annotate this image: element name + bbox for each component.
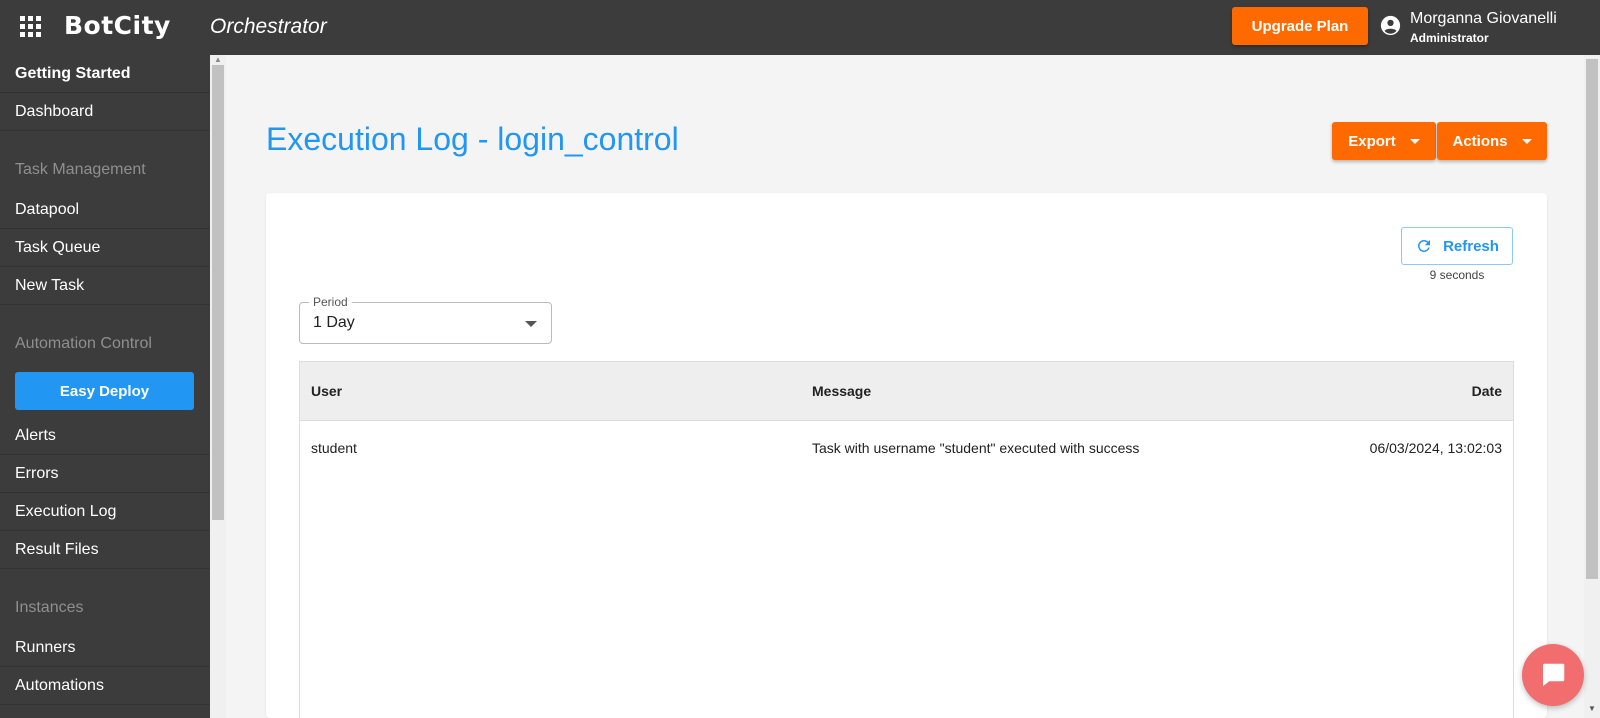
sidebar-item-automations[interactable]: Automations: [0, 667, 210, 705]
sidebar-section-task-management: Task Management: [15, 161, 146, 178]
chat-icon: [1543, 663, 1565, 687]
apps-grid-icon[interactable]: [20, 16, 41, 37]
sidebar-section-instances: Instances: [15, 599, 84, 616]
scroll-up-icon[interactable]: ▲: [214, 55, 222, 64]
chat-support-button[interactable]: [1522, 644, 1584, 706]
refresh-button[interactable]: Refresh: [1401, 227, 1513, 265]
export-button[interactable]: Export: [1332, 122, 1436, 160]
sidebar-section-automation-control: Automation Control: [15, 335, 152, 352]
main-scrollbar-thumb[interactable]: [1586, 59, 1598, 579]
sidebar-item-result-files[interactable]: Result Files: [0, 531, 210, 569]
sidebar-item-execution-log[interactable]: Execution Log: [0, 493, 210, 531]
chevron-down-icon: [1409, 138, 1420, 144]
cell-message: Task with username "student" executed wi…: [812, 440, 1140, 456]
main-scrollbar[interactable]: ▼: [1584, 55, 1600, 718]
execution-log-table: User Message Date student Task with user…: [299, 361, 1514, 718]
column-header-date[interactable]: Date: [1472, 383, 1502, 399]
sidebar-item-task-queue[interactable]: Task Queue: [0, 229, 210, 267]
chevron-down-icon: [1521, 138, 1532, 144]
sidebar-item-datapool[interactable]: Datapool: [0, 191, 210, 229]
sidebar-scrollbar[interactable]: ▲: [210, 55, 226, 718]
account-circle-icon[interactable]: [1380, 15, 1401, 36]
sidebar: Getting Started Dashboard Task Managemen…: [0, 55, 210, 718]
table-header: User Message Date: [300, 362, 1513, 421]
user-name[interactable]: Morganna Giovanelli: [1410, 10, 1557, 28]
period-label: Period: [309, 295, 352, 309]
column-header-user[interactable]: User: [311, 383, 342, 399]
upgrade-plan-button[interactable]: Upgrade Plan: [1232, 7, 1368, 45]
refresh-icon: [1418, 239, 1431, 252]
actions-label: Actions: [1452, 132, 1508, 150]
easy-deploy-button[interactable]: Easy Deploy: [15, 372, 194, 410]
product-name: Orchestrator: [210, 15, 327, 38]
botcity-logo[interactable]: BotCity: [64, 11, 171, 40]
actions-button[interactable]: Actions: [1437, 122, 1547, 160]
user-role: Administrator: [1410, 31, 1489, 45]
refresh-interval-text: 9 seconds: [1429, 268, 1485, 282]
sidebar-item-dashboard[interactable]: Dashboard: [0, 93, 210, 131]
cell-date: 06/03/2024, 13:02:03: [1369, 440, 1502, 456]
scroll-down-icon[interactable]: ▼: [1588, 704, 1596, 713]
sidebar-item-runners[interactable]: Runners: [0, 629, 210, 667]
top-bar: BotCity Orchestrator Upgrade Plan Morgan…: [0, 0, 1600, 55]
page-title: Execution Log - login_control: [266, 121, 679, 157]
sidebar-item-errors[interactable]: Errors: [0, 455, 210, 493]
sidebar-item-getting-started[interactable]: Getting Started: [0, 55, 210, 93]
sidebar-item-new-task[interactable]: New Task: [0, 267, 210, 305]
export-label: Export: [1348, 132, 1396, 150]
refresh-label: Refresh: [1443, 237, 1499, 255]
sidebar-item-alerts[interactable]: Alerts: [0, 417, 210, 455]
column-header-message[interactable]: Message: [812, 383, 871, 399]
period-value[interactable]: 1 Day: [313, 314, 355, 332]
cell-user: student: [311, 440, 357, 456]
sidebar-scrollbar-thumb[interactable]: [212, 65, 224, 520]
dropdown-arrow-icon[interactable]: [525, 321, 537, 327]
